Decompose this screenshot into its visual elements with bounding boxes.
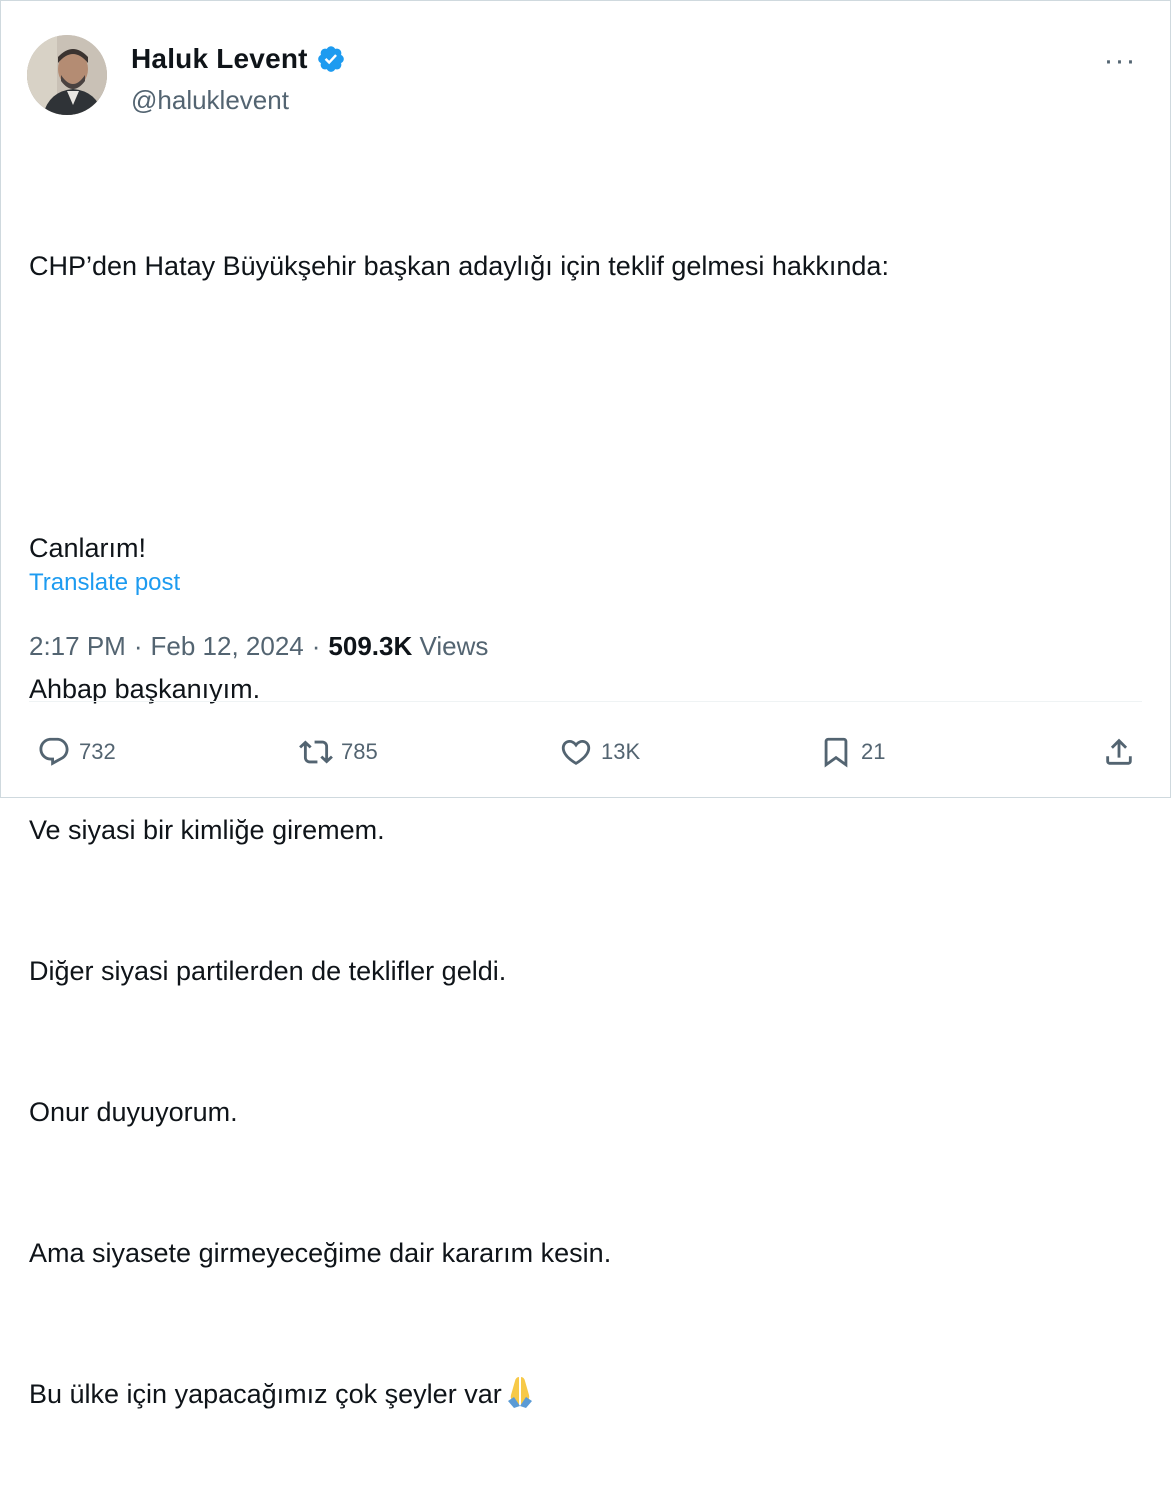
tweet-line: Diğer siyasi partilerden de teklifler ge… [29, 956, 507, 986]
heart-icon [561, 739, 591, 765]
reply-icon [39, 737, 69, 766]
bookmark-icon [824, 737, 848, 768]
like-button[interactable]: 13K [559, 725, 640, 779]
tweet-card: Haluk Levent @haluklevent ··· CHP’den Ha… [0, 0, 1171, 1409]
author-block: Haluk Levent @haluklevent [131, 41, 346, 116]
verified-badge-icon[interactable] [316, 44, 346, 74]
reply-count: 732 [79, 739, 116, 764]
repost-icon [299, 740, 333, 764]
tweet-meta: 2:17 PM · Feb 12, 2024 · 509.3K Views [29, 631, 488, 662]
views-label: Views [419, 631, 489, 661]
bookmark-count: 21 [861, 739, 886, 764]
translate-post-link[interactable]: Translate post [29, 569, 180, 597]
tweet-line: Onur duyuyorum. [29, 1097, 238, 1127]
tweet-line: Ama siyasete girmeyeceğime dair kararım … [29, 1238, 612, 1268]
share-button[interactable] [1102, 725, 1136, 779]
reply-button[interactable]: 732 [37, 725, 116, 779]
tweet-header: Haluk Levent @haluklevent ··· [27, 35, 1144, 119]
post-time[interactable]: 2:17 PM [29, 631, 126, 662]
tweet-line: Ahbap başkanıyım. [29, 674, 261, 704]
meta-separator: · [133, 631, 143, 661]
tweet-text: CHP’den Hatay Büyükşehir başkan adaylığı… [29, 149, 1142, 1512]
tweet-line: CHP’den Hatay Büyükşehir başkan adaylığı… [29, 251, 889, 281]
tweet-line: Bu ülke için yapacağımız çok şeyler var [29, 1379, 502, 1409]
repost-button[interactable]: 785 [299, 725, 378, 779]
share-icon [1106, 738, 1132, 765]
more-icon: ··· [1103, 44, 1137, 77]
repost-count: 785 [341, 739, 378, 764]
tweet-line-last: Bu ülke için yapacağımız çok şeyler var [29, 1371, 1142, 1418]
folded-hands-emoji-icon [502, 1373, 538, 1409]
more-options-button[interactable]: ··· [1096, 41, 1144, 81]
author-name[interactable]: Haluk Levent [131, 43, 308, 75]
author-handle[interactable]: @haluklevent [131, 85, 346, 116]
views-count: 509.3K [328, 631, 413, 661]
like-count: 13K [601, 739, 641, 764]
avatar[interactable] [27, 35, 107, 115]
post-date[interactable]: Feb 12, 2024 [151, 631, 304, 662]
name-row: Haluk Levent [131, 41, 346, 77]
tweet-line: Canlarım! [29, 533, 147, 563]
action-bar: 732 785 13K 21 [29, 725, 1136, 779]
divider [29, 701, 1142, 702]
tweet-line: Ve siyasi bir kimliğe giremem. [29, 815, 385, 845]
bookmark-button[interactable]: 21 [819, 725, 885, 779]
avatar-image [27, 35, 107, 115]
meta-separator: · [311, 631, 321, 661]
